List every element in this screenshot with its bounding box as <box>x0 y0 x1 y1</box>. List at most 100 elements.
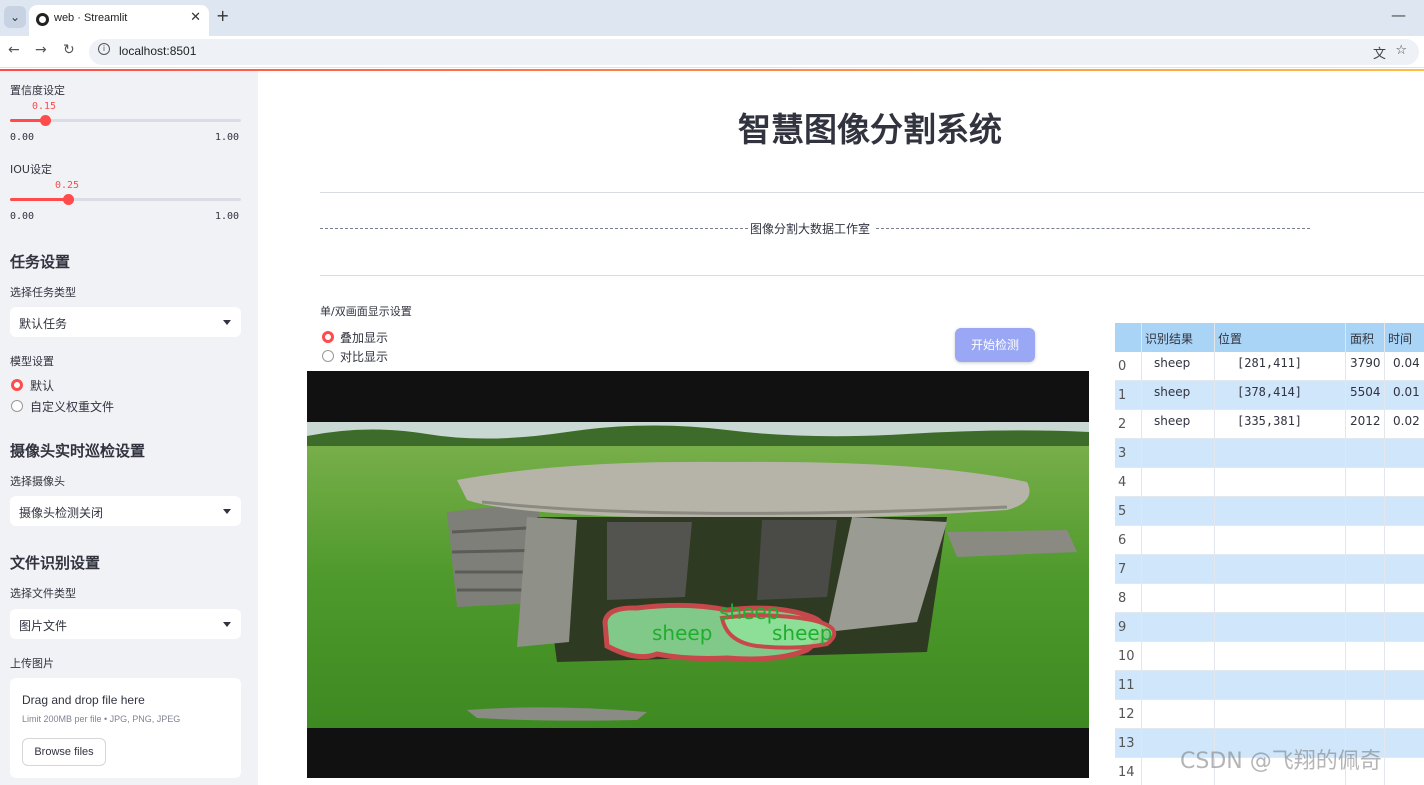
cell-area: 5504 <box>1350 385 1381 399</box>
page-title: 智慧图像分割系统 <box>738 110 1002 149</box>
start-detection-button[interactable]: 开始检测 <box>955 328 1035 362</box>
studio-text: 图像分割大数据工作室 <box>748 220 873 237</box>
dropzone-title: Drag and drop file here <box>22 693 145 707</box>
file-type-label: 选择文件类型 <box>10 587 76 600</box>
header-position: 位置 <box>1218 332 1243 346</box>
header-time: 时间 <box>1388 332 1413 346</box>
camera-value: 摄像头检测关闭 <box>19 506 104 520</box>
detection-label: sheep <box>652 621 712 645</box>
minimize-icon[interactable]: — <box>1391 6 1406 24</box>
header-result: 识别结果 <box>1145 332 1194 346</box>
row-index: 1 <box>1118 388 1127 403</box>
cell-result: sheep <box>1154 385 1191 399</box>
site-info-icon[interactable]: i <box>98 43 110 55</box>
row-index: 4 <box>1118 475 1127 490</box>
model-default-radio[interactable] <box>11 379 23 391</box>
iou-slider[interactable] <box>10 194 241 205</box>
file-type-select[interactable]: 图片文件 <box>10 609 241 639</box>
new-tab-icon[interactable]: + <box>216 6 229 25</box>
table-row[interactable]: 2 sheep [335,381] 2012 0.02 <box>1115 410 1424 439</box>
row-index: 11 <box>1118 678 1135 693</box>
task-type-select[interactable]: 默认任务 <box>10 307 241 337</box>
row-index: 13 <box>1118 736 1135 751</box>
reload-icon[interactable]: ↻ <box>63 42 75 58</box>
tab-title: web · Streamlit <box>54 12 128 24</box>
table-row[interactable]: 5 <box>1115 497 1424 526</box>
table-header: 识别结果 位置 面积 时间 <box>1115 323 1424 352</box>
header-area: 面积 <box>1350 332 1375 346</box>
iou-label: IOU设定 <box>10 163 52 176</box>
translate-icon[interactable]: ⽂ <box>1373 43 1386 62</box>
cell-position: [281,411] <box>1237 356 1303 370</box>
browse-files-button[interactable]: Browse files <box>22 738 106 766</box>
camera-select[interactable]: 摄像头检测关闭 <box>10 496 241 526</box>
overlay-radio[interactable] <box>322 331 334 343</box>
forward-arrow-icon[interactable]: → <box>35 42 47 58</box>
cell-position: [378,414] <box>1237 385 1303 399</box>
detection-label: sheep <box>772 621 832 645</box>
back-arrow-icon[interactable]: ← <box>8 42 20 58</box>
table-row[interactable]: 6 <box>1115 526 1424 555</box>
column-divider <box>1345 323 1346 785</box>
address-bar[interactable]: i localhost:8501 ⽂ ☆ <box>89 39 1419 65</box>
cell-position: [335,381] <box>1237 414 1303 428</box>
sidebar: 置信度设定 0.15 0.00 1.00 IOU设定 0.25 0.00 1.0… <box>0 71 258 785</box>
compare-radio[interactable] <box>322 350 334 362</box>
model-custom-label[interactable]: 自定义权重文件 <box>30 398 114 415</box>
segmented-photo: sheep sheep sheep <box>307 422 1089 728</box>
divider <box>320 275 1424 276</box>
cell-result: sheep <box>1154 414 1191 428</box>
iou-min: 0.00 <box>10 211 35 222</box>
table-row[interactable]: 7 <box>1115 555 1424 584</box>
cell-time: 0.02 <box>1393 414 1420 428</box>
browser-tab[interactable]: web · Streamlit ✕ <box>29 5 209 36</box>
row-index: 10 <box>1118 649 1135 664</box>
cell-result: sheep <box>1154 356 1191 370</box>
table-row[interactable]: 11 <box>1115 671 1424 700</box>
confidence-slider-thumb[interactable] <box>39 115 51 126</box>
table-row[interactable]: 3 <box>1115 439 1424 468</box>
row-index: 7 <box>1118 562 1127 577</box>
cell-time: 0.01 <box>1393 385 1420 399</box>
column-divider <box>1141 323 1142 785</box>
close-icon[interactable]: ✕ <box>190 10 201 25</box>
table-row[interactable]: 1 sheep [378,414] 5504 0.01 <box>1115 381 1424 410</box>
results-table[interactable]: 识别结果 位置 面积 时间 0 sheep [281,411] 3790 0.04 1 sh… <box>1115 323 1424 785</box>
overlay-label[interactable]: 叠加显示 <box>340 329 388 346</box>
confidence-min: 0.00 <box>10 132 35 143</box>
confidence-slider[interactable] <box>10 115 241 126</box>
tab-list-chevron-icon[interactable]: ⌄ <box>4 6 26 28</box>
streamlit-favicon-icon <box>36 13 49 26</box>
row-index: 0 <box>1118 359 1127 374</box>
table-row[interactable]: 4 <box>1115 468 1424 497</box>
file-dropzone[interactable]: Drag and drop file here Limit 200MB per … <box>10 678 241 778</box>
url-text[interactable]: localhost:8501 <box>119 44 196 58</box>
upload-label: 上传图片 <box>10 657 54 670</box>
chevron-down-icon <box>223 320 231 325</box>
star-icon[interactable]: ☆ <box>1395 43 1407 58</box>
browser-navbar: ← → ↻ i localhost:8501 ⽂ ☆ <box>0 36 1424 68</box>
row-index: 6 <box>1118 533 1127 548</box>
camera-label: 选择摄像头 <box>10 475 65 488</box>
iou-value: 0.25 <box>55 180 80 191</box>
model-label: 模型设置 <box>10 355 54 368</box>
confidence-value: 0.15 <box>32 101 57 112</box>
studio-banner: 图像分割大数据工作室 <box>320 220 1310 237</box>
compare-label[interactable]: 对比显示 <box>340 348 388 365</box>
browser-tabbar: ⌄ web · Streamlit ✕ + — <box>0 0 1424 36</box>
detection-label: sheep <box>719 600 779 624</box>
model-custom-radio[interactable] <box>11 400 23 412</box>
confidence-label: 置信度设定 <box>10 84 65 97</box>
table-row[interactable]: 0 sheep [281,411] 3790 0.04 <box>1115 352 1424 381</box>
dropzone-limit: Limit 200MB per file • JPG, PNG, JPEG <box>22 714 181 724</box>
chevron-down-icon <box>223 622 231 627</box>
cell-time: 0.04 <box>1393 356 1420 370</box>
iou-slider-thumb[interactable] <box>62 194 74 205</box>
table-row[interactable]: 10 <box>1115 642 1424 671</box>
table-row[interactable]: 8 <box>1115 584 1424 613</box>
file-heading: 文件识别设置 <box>10 554 101 572</box>
table-row[interactable]: 9 <box>1115 613 1424 642</box>
model-default-label[interactable]: 默认 <box>30 377 54 394</box>
chevron-down-icon <box>223 509 231 514</box>
table-row[interactable]: 12 <box>1115 700 1424 729</box>
